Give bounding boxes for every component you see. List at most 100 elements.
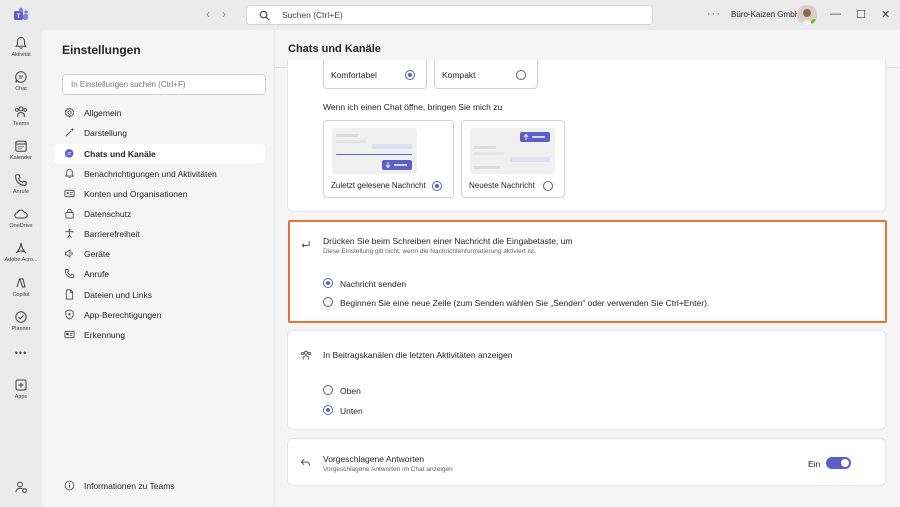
activity-bottom-radio[interactable] — [323, 405, 333, 415]
sidebar-item-calls[interactable]: Anrufe — [54, 264, 265, 283]
svg-text:T: T — [17, 14, 21, 20]
rail-item-onedrive[interactable]: OneDrive — [0, 207, 42, 229]
app-rail: Aktivität Chat Teams Kalender Anrufe One… — [0, 30, 42, 507]
last-read-radio[interactable] — [432, 181, 442, 191]
teams-logo-icon[interactable]: T — [13, 7, 29, 23]
density-card: Komfortabel Kompakt Wenn ich einen Chat … — [287, 60, 886, 212]
rail-item-teams[interactable]: Teams — [0, 105, 42, 127]
enter-newline-label[interactable]: Beginnen Sie eine neue Zeile (zum Senden… — [340, 298, 709, 308]
open-chat-option-last-read[interactable]: Zuletzt gelesene Nachricht — [323, 120, 454, 198]
sidebar-item-chats-channels[interactable]: Chats und Kanäle — [54, 144, 265, 163]
rail-item-calendar[interactable]: Kalender — [0, 139, 42, 161]
more-apps-button[interactable]: ••• — [0, 348, 42, 358]
settings-content: Chats und Kanäle Komfortabel Kompakt Wen… — [275, 30, 900, 507]
sidebar-item-label: Barrierefreiheit — [84, 228, 140, 239]
activity-bottom-label[interactable]: Unten — [340, 406, 363, 416]
cloud-icon — [14, 209, 28, 219]
activity-top-label[interactable]: Oben — [340, 386, 361, 396]
open-chat-heading: Wenn ich einen Chat öffne, bringen Sie m… — [323, 102, 503, 112]
settings-search-input[interactable] — [62, 74, 266, 95]
avatar[interactable] — [797, 5, 817, 25]
sidebar-item-general[interactable]: Allgemein — [54, 103, 265, 122]
rail-item-planner[interactable]: Planner — [0, 310, 42, 332]
people-group-icon — [300, 350, 311, 360]
sidebar-item-accounts[interactable]: Konten und Organisationen — [54, 184, 265, 203]
sidebar-item-notifications[interactable]: Benachrichtigungen und Aktivitäten — [54, 164, 265, 183]
sidebar-item-label: App-Berechtigungen — [84, 309, 162, 320]
sidebar-item-label: Geräte — [84, 248, 110, 259]
file-icon — [65, 289, 74, 300]
rail-item-activity[interactable]: Aktivität — [0, 36, 42, 58]
org-name[interactable]: Büro-Kaizen GmbH — [731, 10, 800, 19]
chat-bubble-icon — [64, 149, 74, 158]
density-option-comfortable[interactable]: Komfortabel — [323, 60, 427, 89]
speaker-icon — [64, 248, 73, 259]
global-search-input[interactable]: Suchen (Ctrl+E) — [246, 5, 653, 25]
rail-label: Anrufe — [12, 189, 30, 195]
rail-label: Aktivität — [11, 52, 31, 58]
density-comfortable-radio[interactable] — [405, 70, 415, 80]
rail-item-admin[interactable] — [0, 480, 42, 494]
sidebar-item-app-permissions[interactable]: App-Berechtigungen — [54, 305, 265, 324]
back-icon[interactable]: ‹ — [206, 7, 210, 21]
rail-label: Teams — [12, 121, 30, 127]
sidebar-item-label: Allgemein — [84, 107, 122, 118]
enter-send-radio[interactable] — [323, 278, 333, 288]
sidebar-item-files-links[interactable]: Dateien und Links — [54, 285, 265, 304]
calendar-icon — [15, 140, 27, 152]
sidebar-title: Einstellungen — [62, 43, 141, 57]
open-chat-option-newest[interactable]: Neueste Nachricht — [461, 120, 565, 198]
suggested-replies-title: Vorgeschlagene Antworten — [323, 454, 425, 464]
wand-icon — [65, 127, 75, 137]
rail-item-copilot[interactable]: Copilot — [0, 276, 42, 298]
suggested-replies-toggle[interactable] — [826, 457, 851, 469]
sidebar-item-privacy[interactable]: Datenschutz — [54, 204, 265, 223]
card-icon — [64, 330, 75, 339]
apps-icon — [15, 379, 27, 391]
search-placeholder: Suchen (Ctrl+E) — [282, 10, 343, 20]
rail-item-apps[interactable]: Apps — [0, 378, 42, 400]
newest-radio[interactable] — [543, 181, 553, 191]
channel-activity-title: In Beitragskanälen die letzten Aktivität… — [323, 350, 513, 360]
person-settings-icon — [15, 481, 27, 493]
about-teams-link[interactable]: Informationen zu Teams — [54, 476, 265, 495]
sidebar-item-appearance[interactable]: Darstellung — [54, 123, 265, 142]
minimize-button[interactable]: — — [830, 8, 841, 20]
sidebar-item-devices[interactable]: Geräte — [54, 244, 265, 263]
shield-icon — [65, 309, 74, 320]
activity-top-radio[interactable] — [323, 385, 333, 395]
bell-icon — [64, 168, 75, 178]
maximize-button[interactable]: ☐ — [856, 8, 866, 21]
settings-sidebar: Einstellungen Allgemein Darstellung Chat… — [42, 30, 275, 507]
rail-item-adobe[interactable]: Adobe Acro... — [0, 241, 42, 263]
suggested-replies-subtitle: Vorgeschlagene Antworten im Chat anzeige… — [323, 466, 453, 473]
forward-icon[interactable]: › — [222, 7, 226, 21]
density-compact-label: Kompakt — [442, 70, 476, 80]
copilot-icon — [16, 278, 26, 288]
search-icon — [259, 10, 270, 20]
rail-item-chat[interactable]: Chat — [0, 70, 42, 92]
more-options-button[interactable]: ··· — [707, 8, 721, 20]
bell-icon — [15, 36, 27, 49]
rail-label: Copilot — [12, 292, 30, 298]
density-comfortable-label: Komfortabel — [331, 70, 377, 80]
close-button[interactable]: ✕ — [881, 8, 890, 21]
enter-newline-radio[interactable] — [323, 297, 333, 307]
title-bar: T ‹ › Suchen (Ctrl+E) ··· Büro-Kaizen Gm… — [0, 0, 900, 30]
rail-item-calls[interactable]: Anrufe — [0, 173, 42, 195]
newest-label: Neueste Nachricht — [469, 181, 535, 190]
lock-icon — [65, 208, 74, 219]
sidebar-item-label: Konten und Organisationen — [84, 188, 188, 199]
enter-send-label[interactable]: Nachricht senden — [340, 279, 406, 289]
channel-activity-card: In Beitragskanälen die letzten Aktivität… — [287, 330, 886, 430]
sidebar-item-recognition[interactable]: Erkennung — [54, 325, 265, 344]
nav-arrows: ‹ › — [206, 7, 226, 21]
rail-label: Planner — [11, 326, 31, 332]
density-option-compact[interactable]: Kompakt — [434, 60, 538, 89]
sidebar-item-label: Chats und Kanäle — [84, 148, 156, 159]
density-compact-radio[interactable] — [516, 70, 526, 80]
sidebar-item-label: Benachrichtigungen und Aktivitäten — [84, 168, 217, 179]
adobe-icon — [15, 242, 27, 254]
rail-label: OneDrive — [9, 223, 33, 229]
sidebar-item-accessibility[interactable]: Barrierefreiheit — [54, 224, 265, 243]
